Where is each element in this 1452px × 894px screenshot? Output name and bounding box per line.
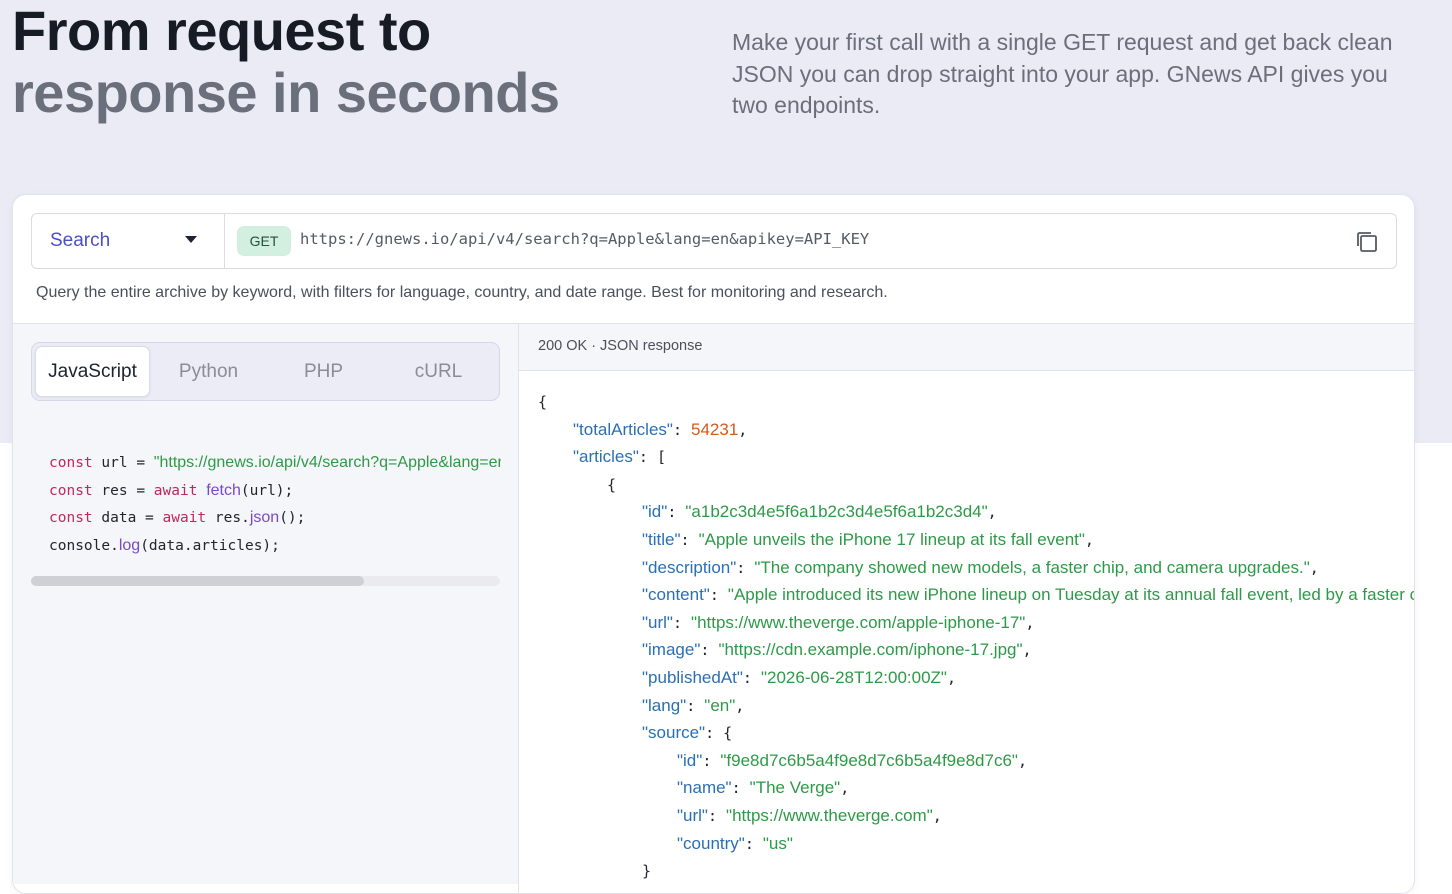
http-method-badge: GET [237,226,291,256]
endpoint-select-value: Search [50,230,111,251]
json-line: "name": "The Verge", [677,778,850,798]
response-panel: 200 OK · JSON response { "totalArticles"… [518,324,1415,893]
json-line: "country": "us" [677,833,793,853]
json-line: "id": "a1b2c3d4e5f6a1b2c3d4e5f6a1b2c3d4"… [642,502,997,522]
copy-icon[interactable] [1354,229,1380,255]
json-line: "totalArticles": 54231, [573,419,748,439]
tab-php[interactable]: PHP [266,346,381,397]
response-status: 200 OK · JSON response [538,338,703,354]
json-line: } [642,862,652,881]
code-line: console.log(data.articles); [49,536,280,554]
tab-curl[interactable]: cURL [381,346,496,397]
json-line: "id": "f9e8d7c6b5a4f9e8d7c6b5a4f9e8d7c6"… [677,750,1027,770]
page-title: From request to response in seconds [12,0,560,124]
code-line: const res = await fetch(url); [49,481,294,499]
json-line: "content": "Apple introduced its new iPh… [642,585,1415,605]
code-line: const data = await res.json(); [49,509,306,527]
json-line: "url": "https://www.theverge.com", [677,805,942,825]
page-title-line2: response in seconds [12,61,560,124]
json-response: { "totalArticles": 54231, "articles": [ … [538,388,1415,885]
endpoint-select[interactable]: Search [32,214,225,268]
json-line: "source": { [642,723,733,743]
response-header: 200 OK · JSON response [519,324,1414,371]
page-subtitle: Make your first call with a single GET r… [732,29,1393,118]
json-line: { [607,475,617,494]
tab-python[interactable]: Python [151,346,266,397]
language-tabs: JavaScript Python PHP cURL [31,342,500,401]
json-line: "publishedAt": "2026-06-28T12:00:00Z", [642,667,956,687]
request-bar: Search GET https://gnews.io/api/v4/searc… [31,213,1397,269]
code-url-string: "https://gnews.io/api/v4/search?q=Apple&… [153,454,501,471]
code-horizontal-scrollbar[interactable] [31,576,500,586]
code-snippet[interactable]: const url = "https://gnews.io/api/v4/sea… [49,449,501,559]
api-demo-card: Search GET https://gnews.io/api/v4/searc… [12,194,1415,894]
json-line: { [538,393,548,411]
page-title-line1: From request to [12,0,431,62]
json-line: "url": "https://www.theverge.com/apple-i… [642,612,1035,632]
tab-javascript[interactable]: JavaScript [35,346,150,397]
code-line: const url = "https://gnews.io/api/v4/sea… [49,449,501,477]
chevron-down-icon [185,236,197,243]
endpoint-description: Query the entire archive by keyword, wit… [36,284,888,301]
json-line: "title": "Apple unveils the iPhone 17 li… [642,529,1094,549]
json-line: "description": "The company showed new m… [642,557,1319,577]
scrollbar-thumb[interactable] [31,576,364,586]
json-line: "articles": [ [573,447,667,467]
json-line: "image": "https://cdn.example.com/iphone… [642,640,1032,660]
json-line: "lang": "en", [642,695,745,715]
request-url[interactable]: https://gnews.io/api/v4/search?q=Apple&l… [300,230,869,248]
code-panel: JavaScript Python PHP cURL const url = "… [13,324,518,884]
